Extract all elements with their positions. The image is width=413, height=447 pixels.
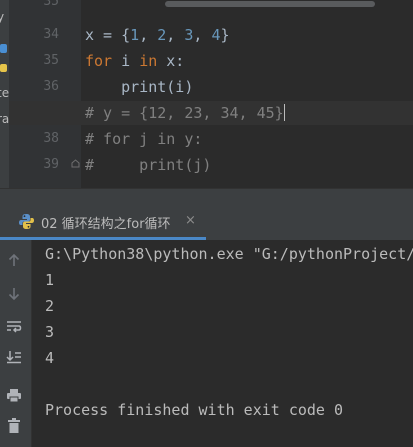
code-token: # y = {12, 23, 34, 45} — [85, 104, 284, 122]
print-button[interactable] — [0, 382, 28, 408]
line-number-gutter: 35 34 35 36 37 38 39 — [9, 0, 81, 188]
project-tree-fragment: ra — [0, 112, 9, 126]
trash-icon — [8, 417, 20, 433]
code-token: , — [139, 26, 158, 44]
code-editor[interactable]: y te ra 35 34 35 36 37 38 39 x = {1, 2, … — [0, 0, 413, 188]
code-token: # for j in y: — [85, 130, 203, 148]
code-area[interactable]: x = {1, 2, 3, 4} for i in x: print(i) # … — [81, 0, 413, 188]
code-line[interactable]: print(i) — [85, 75, 193, 99]
run-tab-label: 02 循环结构之for循环 — [41, 217, 171, 232]
soft-wrap-button[interactable] — [0, 314, 28, 340]
scroll-to-end-icon — [6, 351, 21, 364]
python-file-icon — [0, 44, 7, 53]
fold-end-icon[interactable] — [71, 159, 80, 168]
console-command-line: G:\Python38\python.exe "G:/pythonProject… — [45, 245, 413, 263]
code-token: , — [193, 26, 212, 44]
code-line[interactable]: # y = {12, 23, 34, 45} — [85, 101, 286, 125]
project-tree-fragment: te — [0, 86, 9, 100]
code-token: in — [139, 52, 158, 70]
console-exit-message: Process finished with exit code 0 — [45, 401, 344, 419]
arrow-up-icon — [8, 253, 20, 266]
line-number: 35 — [43, 0, 59, 9]
line-number: 36 — [43, 79, 59, 94]
console-output-line: 1 — [45, 271, 55, 289]
close-icon[interactable]: × — [185, 213, 196, 228]
line-number: 34 — [43, 27, 59, 42]
code-line[interactable]: # print(j) — [85, 153, 211, 177]
arrow-down-icon — [8, 288, 20, 301]
run-toolbar — [0, 240, 32, 447]
code-token: 1 — [130, 26, 140, 44]
line-number: 39 — [43, 157, 59, 172]
code-token: x: — [157, 52, 185, 70]
panel-splitter[interactable] — [0, 188, 413, 205]
code-token: , — [166, 26, 185, 44]
scroll-down-button[interactable] — [0, 281, 28, 307]
code-token: # print(j) — [85, 156, 212, 174]
python-icon — [19, 214, 34, 229]
code-line[interactable]: x = {1, 2, 3, 4} — [85, 23, 230, 47]
code-line[interactable]: # for j in y: — [85, 127, 202, 151]
run-tab[interactable]: 02 循环结构之for循环 × — [0, 204, 206, 240]
print-icon — [7, 388, 21, 402]
scroll-to-end-button[interactable] — [0, 344, 28, 370]
line-number: 38 — [43, 131, 59, 146]
code-token: x = { — [85, 26, 131, 44]
code-token: i — [112, 52, 140, 70]
console-output-line: 2 — [45, 297, 55, 315]
text-caret — [283, 104, 286, 121]
console-output[interactable]: G:\Python38\python.exe "G:/pythonProject… — [32, 240, 413, 447]
soft-wrap-icon — [7, 321, 22, 333]
code-token: 2 — [157, 26, 167, 44]
project-tree-fragment: y — [0, 10, 5, 24]
code-token: } — [220, 26, 230, 44]
horizontal-scrollbar[interactable] — [165, 1, 375, 7]
clear-all-button[interactable] — [0, 412, 28, 438]
console-output-line: 3 — [45, 323, 55, 341]
run-tab-bar: 02 循环结构之for循环 × — [0, 204, 413, 241]
code-token: for — [85, 52, 113, 70]
code-token: print(i) — [85, 78, 194, 96]
console-output-line: 4 — [45, 349, 55, 367]
project-panel-edge[interactable]: y te ra — [0, 0, 9, 188]
line-number: 35 — [43, 53, 59, 68]
scroll-up-button[interactable] — [0, 247, 28, 273]
code-line[interactable]: for i in x: — [85, 49, 184, 73]
python-file-icon — [0, 64, 7, 72]
